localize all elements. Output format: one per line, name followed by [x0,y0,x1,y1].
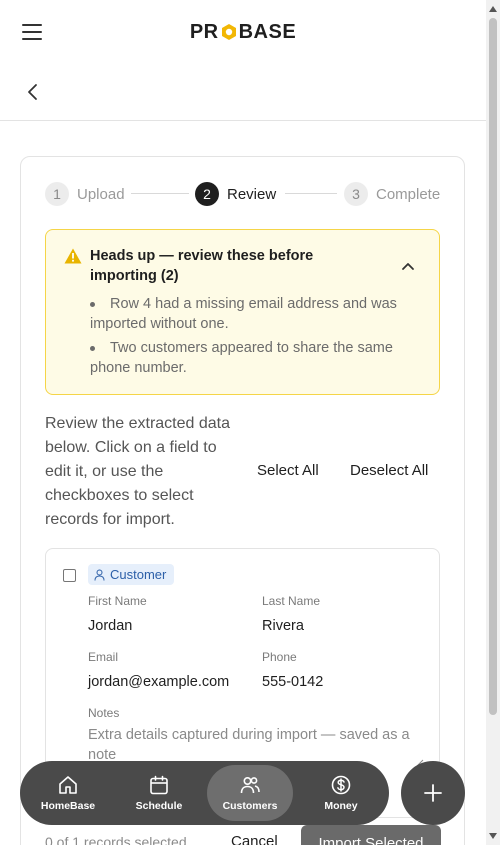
add-fab-button[interactable] [401,761,465,825]
step-complete: 3 Complete [344,181,440,207]
warning-item: Two customers appeared to share the same… [90,338,420,378]
bottom-navigation: HomeBase Schedule Customers Money [20,761,389,825]
dollar-icon [331,775,351,795]
review-instructions: Review the extracted data below. Click o… [45,415,230,528]
warning-triangle-icon [64,248,82,264]
nav-item-customers[interactable]: Customers [207,765,293,821]
menu-icon[interactable] [22,24,42,40]
plus-icon [424,784,442,802]
first-name-label: First Name [88,594,147,608]
user-icon [94,569,105,581]
step-label: Complete [376,185,441,203]
notes-textarea[interactable]: Extra details captured during import — s… [88,725,424,765]
nav-item-homebase[interactable]: HomeBase [25,761,111,825]
probase-logo[interactable]: PR BASE [190,21,296,44]
step-number: 3 [344,182,368,206]
phone-field[interactable]: 555-0142 [262,674,323,690]
warning-title: Heads up — review these before importing… [90,248,314,284]
collapse-chevron-up-icon[interactable] [401,258,415,270]
warning-list: Row 4 had a missing email address and wa… [90,294,420,382]
warning-item: Row 4 had a missing email address and wa… [90,294,420,334]
email-label: Email [88,650,119,664]
logo-text-right: BASE [238,20,297,43]
import-selected-button[interactable]: Import Selected [301,825,441,845]
logo-text-left: PR [189,20,219,43]
nav-label: Customers [222,800,278,812]
logo-hex-icon [220,23,238,41]
back-chevron-icon[interactable] [22,81,44,103]
step-number: 2 [195,182,219,206]
step-review: 2 Review [195,181,276,207]
step-label: Review [227,185,277,203]
home-icon [59,776,77,794]
email-field[interactable]: jordan@example.com [88,674,229,690]
cancel-button[interactable]: Cancel [231,833,278,845]
selection-count: 0 of 1 records selected [45,834,187,845]
first-name-field[interactable]: Jordan [88,618,132,634]
record-select-checkbox[interactable] [63,569,76,582]
notes-label: Notes [88,706,120,720]
page-scrollbar[interactable] [486,0,500,845]
scroll-down-arrow-icon[interactable] [489,833,497,839]
step-connector [285,193,337,194]
step-upload: 1 Upload [45,181,125,207]
nav-label: Money [324,800,358,812]
step-number: 1 [45,182,69,206]
import-warning-panel: Heads up — review these before importing… [45,229,440,395]
phone-label: Phone [262,650,297,664]
record-type-label: Customer [110,567,167,582]
nav-item-schedule[interactable]: Schedule [116,761,202,825]
calendar-icon [150,775,168,795]
deselect-all-button[interactable]: Deselect All [350,462,428,479]
import-stepper: 1 Upload 2 Review 3 Complete [45,181,441,207]
nav-label: HomeBase [40,800,96,812]
select-all-button[interactable]: Select All [257,462,319,479]
scroll-up-arrow-icon[interactable] [489,6,497,12]
sub-header [0,64,486,121]
step-label: Upload [77,185,125,203]
warning-item-text: Two customers appeared to share the same… [90,340,393,376]
nav-item-money[interactable]: Money [298,761,384,825]
nav-label: Schedule [135,800,183,812]
last-name-field[interactable]: Rivera [262,618,304,634]
import-card: 1 Upload 2 Review 3 Complete Heads up — … [20,156,465,845]
users-icon [240,776,260,794]
step-connector [131,193,189,194]
scrollbar-thumb[interactable] [489,18,497,715]
last-name-label: Last Name [262,594,321,608]
warning-item-text: Row 4 had a missing email address and wa… [90,296,397,332]
top-header: PR BASE [0,0,486,64]
record-type-badge: Customer [88,564,175,585]
